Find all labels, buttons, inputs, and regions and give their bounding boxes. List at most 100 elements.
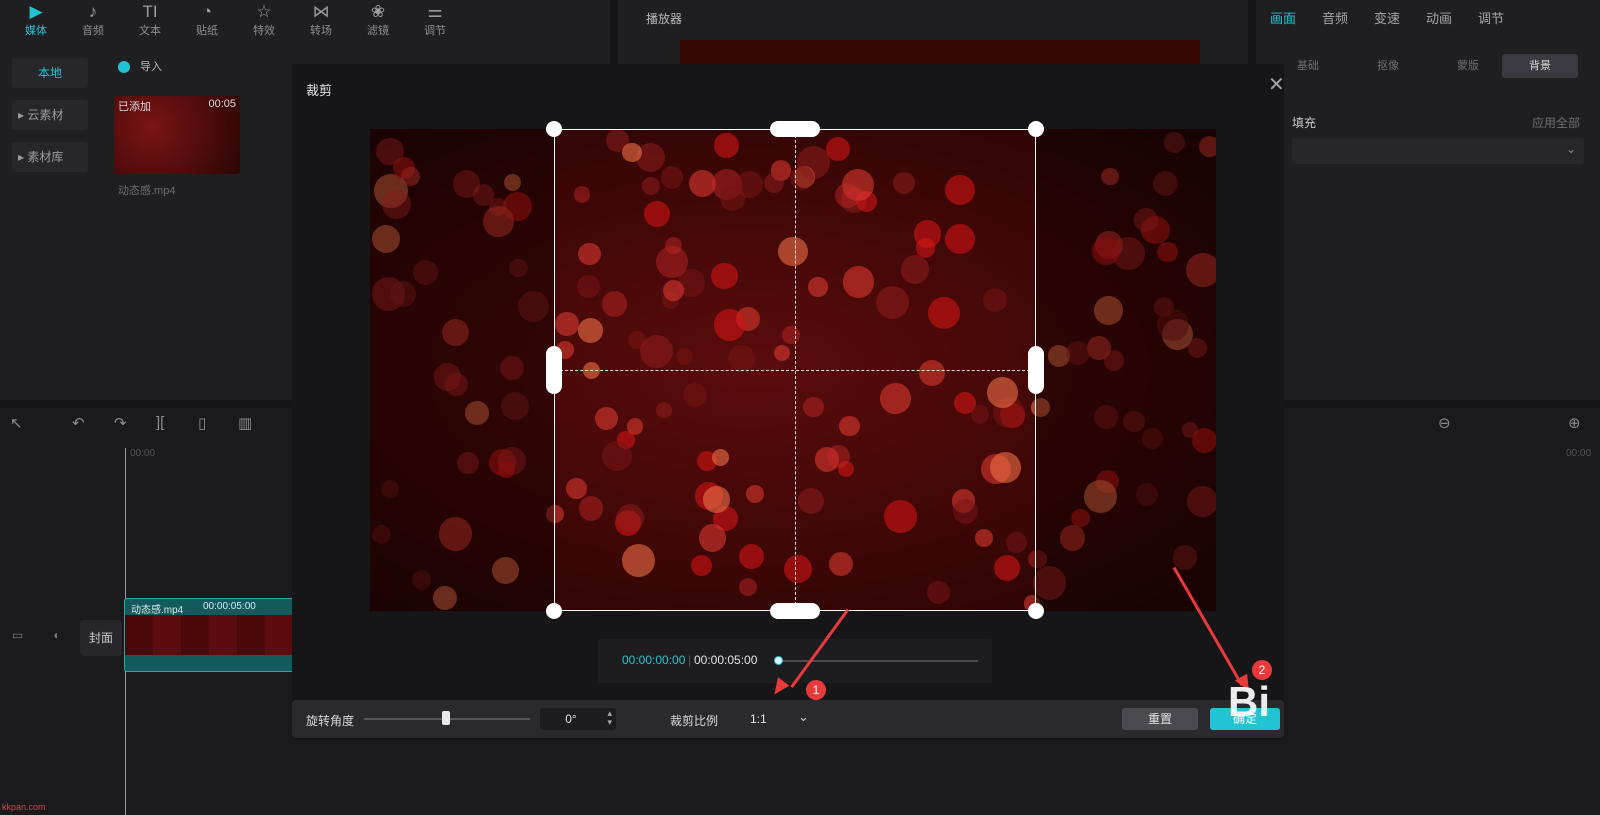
tab-label: 贴纸 — [196, 25, 218, 37]
sidebar-item-local[interactable]: 本地 — [12, 58, 88, 88]
tab-effects[interactable]: ☆ 特效 — [236, 0, 292, 40]
zoom-in-icon[interactable]: ⊕ — [1568, 414, 1581, 432]
annotation-badge-1: 1 — [806, 680, 826, 700]
freeze-icon[interactable]: ▥ — [238, 414, 252, 432]
ratio-label: 裁剪比例 — [670, 714, 719, 728]
total-time: 00:00:05:00 — [694, 653, 758, 667]
inspector-tab-picture[interactable]: 画面 — [1270, 8, 1296, 27]
current-time: 00:00:00:00 — [622, 653, 686, 667]
tab-audio[interactable]: ♪ 音频 — [65, 0, 121, 40]
track-mute-icon[interactable]: ◖ — [52, 628, 59, 642]
fill-select[interactable]: ⌄ — [1292, 138, 1584, 164]
media-clip-thumbnail[interactable]: 已添加 00:05 — [114, 96, 240, 174]
tab-text[interactable]: TI 文本 — [122, 0, 178, 40]
subtab-chroma[interactable]: 抠像 — [1350, 54, 1426, 78]
sidebar-item-cloud[interactable]: ▸ 云素材 — [12, 100, 88, 130]
time-separator: | — [688, 653, 692, 667]
sticker-icon: ◔ — [201, 2, 213, 21]
sidebar-item-label: 云素材 — [27, 108, 64, 122]
fill-label: 填充 — [1292, 116, 1317, 130]
chevron-down-icon: ⌄ — [798, 709, 809, 724]
subtab-background[interactable]: 背景 — [1502, 54, 1578, 78]
cover-button[interactable]: 封面 — [80, 620, 122, 656]
audio-icon: ♪ — [88, 2, 98, 21]
import-icon — [118, 61, 130, 74]
timeline-clip[interactable]: 动态感.mp4 00:00:05:00 — [124, 598, 295, 672]
tab-filter[interactable]: ❀ 滤镜 — [350, 0, 406, 40]
rotation-input[interactable]: 0° ▴ ▾ — [540, 708, 616, 730]
crop-handle-bottom-right[interactable] — [1028, 603, 1044, 619]
tab-label: 转场 — [310, 25, 332, 37]
crop-controls-bar: 旋转角度 0° ▴ ▾ 裁剪比例 1:1 ⌄ 重置 确定 — [292, 700, 1284, 738]
select-tool-icon[interactable]: ↖ — [10, 414, 23, 432]
site-watermark: kkpan.com — [2, 802, 46, 812]
rotation-slider-handle[interactable] — [442, 711, 450, 725]
sidebar-item-label: 素材库 — [27, 150, 64, 164]
split-icon[interactable]: ][ — [156, 414, 164, 431]
annotation-badge-2: 2 — [1252, 660, 1272, 680]
crop-handle-right[interactable] — [1028, 346, 1044, 394]
inspector-tab-animation[interactable]: 动画 — [1426, 8, 1452, 27]
player-title: 播放器 — [646, 12, 683, 26]
zoom-out-icon[interactable]: ⊖ — [1438, 414, 1451, 432]
player-video-strip — [680, 40, 1200, 64]
crop-dialog-title: 裁剪 — [306, 83, 333, 98]
inspector-tab-audio[interactable]: 音频 — [1322, 8, 1348, 27]
crop-handle-top-right[interactable] — [1028, 121, 1044, 137]
rotation-value: 0° — [565, 712, 577, 726]
tab-label: 媒体 — [25, 25, 47, 37]
outside-crop-right — [1036, 129, 1216, 611]
tab-sticker[interactable]: ◔ 贴纸 — [179, 0, 235, 40]
stepper-icon[interactable]: ▴ ▾ — [607, 709, 612, 727]
timeline-start-time: 00:00 — [130, 448, 156, 459]
media-clip-filename: 动态感.mp4 — [118, 185, 176, 197]
timeline-ruler-right: 00:00 — [1566, 448, 1592, 459]
transition-icon: ⋈ — [312, 2, 330, 21]
inspector-tab-adjust[interactable]: 调节 — [1478, 8, 1504, 27]
clip-thumbnails — [125, 615, 295, 655]
media-icon: ▶ — [29, 2, 43, 21]
chevron-down-icon: ⌄ — [1565, 142, 1576, 156]
ratio-select[interactable]: 1:1 ⌄ — [746, 708, 816, 730]
ratio-value: 1:1 — [750, 712, 767, 726]
tab-label: 滤镜 — [367, 25, 389, 37]
close-icon[interactable]: ✕ — [1268, 72, 1285, 97]
delete-icon[interactable]: ▯ — [198, 414, 206, 432]
rotation-label: 旋转角度 — [306, 714, 355, 728]
crop-handle-left[interactable] — [546, 346, 562, 394]
tab-label: 音频 — [82, 25, 104, 37]
inspector-tab-speed[interactable]: 变速 — [1374, 8, 1400, 27]
tab-transition[interactable]: ⋈ 转场 — [293, 0, 349, 40]
undo-icon[interactable]: ↶ — [72, 414, 85, 432]
apply-all-button[interactable]: 应用全部 — [1532, 114, 1580, 131]
adjust-icon: ⚌ — [427, 2, 443, 21]
added-badge: 已添加 — [118, 101, 151, 113]
crop-time-bar: 00:00:00:00 | 00:00:05:00 — [598, 639, 992, 683]
redo-icon[interactable]: ↷ — [114, 414, 127, 432]
tab-label: 调节 — [424, 25, 446, 37]
sidebar-item-library[interactable]: ▸ 素材库 — [12, 142, 88, 172]
effects-icon: ☆ — [256, 2, 272, 21]
tab-label: 特效 — [253, 25, 275, 37]
tab-label: 文本 — [139, 25, 161, 37]
crop-handle-bottom-left[interactable] — [546, 603, 562, 619]
text-icon: TI — [142, 2, 158, 21]
crop-grid-horizontal — [555, 370, 1035, 371]
import-label: 导入 — [140, 61, 162, 73]
clip-duration: 00:00:05:00 — [203, 601, 256, 612]
outside-crop-left — [370, 129, 554, 611]
watermark-logo: Bi — [1228, 678, 1270, 725]
reset-button[interactable]: 重置 — [1122, 708, 1198, 730]
crop-handle-bottom[interactable] — [770, 603, 820, 619]
subtab-mask[interactable]: 蒙版 — [1430, 54, 1506, 78]
crop-scrubber-handle[interactable] — [774, 656, 783, 665]
tab-adjust[interactable]: ⚌ 调节 — [407, 0, 463, 40]
crop-handle-top[interactable] — [770, 121, 820, 137]
filter-icon: ❀ — [370, 2, 386, 21]
clip-name: 动态感.mp4 — [131, 605, 184, 616]
import-button[interactable]: 导入 — [118, 58, 162, 74]
crop-handle-top-left[interactable] — [546, 121, 562, 137]
track-video-toggle-icon[interactable]: ▭ — [12, 628, 23, 642]
tab-media[interactable]: ▶ 媒体 — [8, 0, 64, 40]
clip-duration: 00:05 — [208, 98, 236, 110]
